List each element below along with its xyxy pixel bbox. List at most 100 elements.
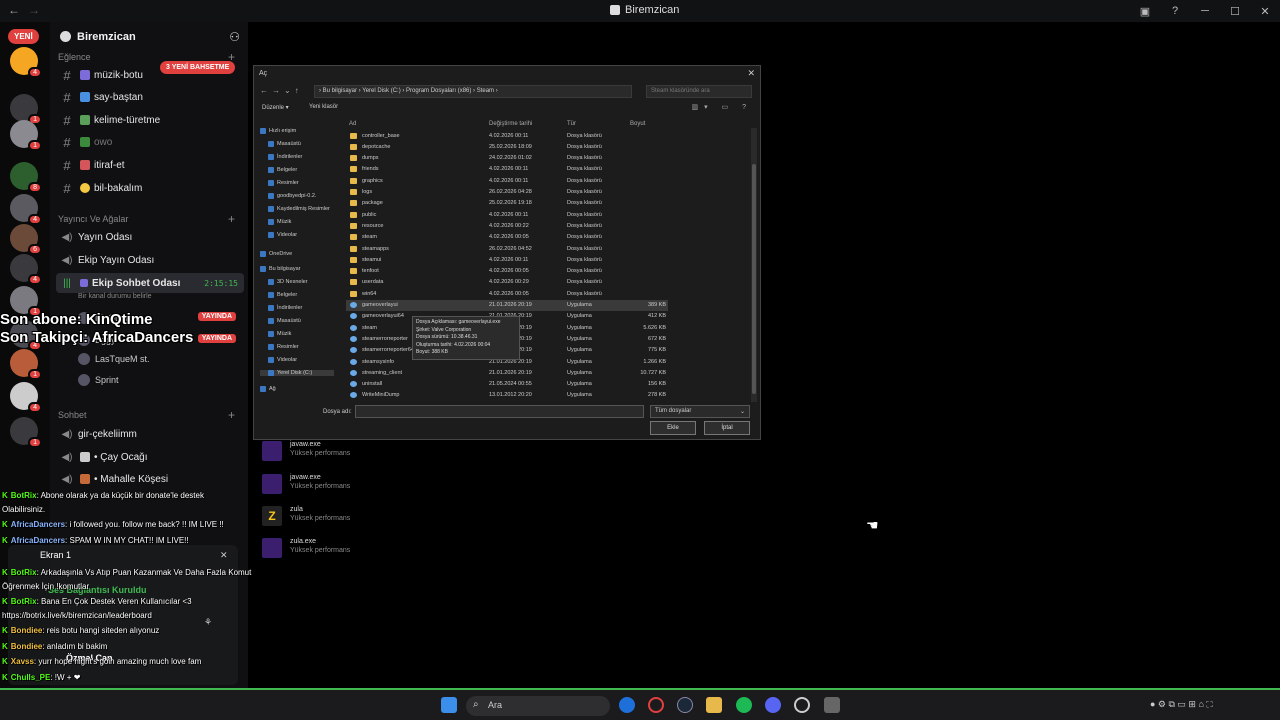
server-icon[interactable]: 4	[10, 382, 42, 413]
cancel-button[interactable]: İptal	[704, 421, 750, 435]
maximize-button[interactable]: ☐	[1220, 5, 1250, 18]
file-row[interactable]: tenfoot 4.02.2026 00:05 Dosya klasörü	[346, 266, 668, 277]
nav-tree-item[interactable]: Videolar	[260, 357, 297, 363]
category-fun[interactable]: Eğlence +	[58, 50, 235, 64]
voice-member[interactable]: Sprint	[78, 374, 119, 386]
server-icon[interactable]: 4	[10, 254, 42, 285]
file-row[interactable]: public 4.02.2026 00:11 Dosya klasörü	[346, 209, 668, 220]
opera-icon[interactable]	[648, 697, 664, 713]
category-streamers[interactable]: Yayıncı Ve Ağalar +	[58, 212, 235, 226]
channel-bil-bakalim[interactable]: # bil-bakalım	[56, 178, 244, 198]
nav-tree-item[interactable]: 3D Nesneler	[260, 279, 308, 285]
column-type[interactable]: Tür	[567, 121, 576, 127]
nav-tree-item[interactable]: Masaüstü	[260, 141, 301, 147]
nav-tree-item[interactable]: Hızlı erişim	[260, 128, 296, 134]
filename-input[interactable]	[355, 405, 644, 418]
nav-tree-item[interactable]: İndirilenler	[260, 305, 302, 311]
server-icon[interactable]: 8	[10, 162, 42, 193]
file-list-scrollbar[interactable]	[751, 128, 757, 402]
dialog-nav-buttons[interactable]: ←→⌄↑	[260, 86, 303, 95]
column-date[interactable]: Değiştirme tarihi	[489, 121, 532, 127]
view-options-icon[interactable]: ▥▾ ▭ ?	[691, 103, 752, 111]
server-icon[interactable]: 1	[10, 120, 42, 151]
new-badge[interactable]: YENİ	[8, 29, 39, 44]
voice-member[interactable]: LasTqueM st.	[78, 353, 150, 365]
steam-icon[interactable]	[677, 697, 693, 713]
help-icon[interactable]: ?	[1160, 5, 1190, 17]
process-row[interactable]: Zzula Yüksek performans	[262, 506, 350, 526]
file-row[interactable]: steam 4.02.2026 00:05 Dosya klasörü	[346, 232, 668, 243]
channel-say-bastan[interactable]: # say-baştan	[56, 87, 244, 107]
taskbar-search[interactable]: ⌕ Ara	[466, 696, 610, 716]
file-row[interactable]: steamapps 26.02.2026 04:52 Dosya klasörü	[346, 243, 668, 254]
file-row[interactable]: package 25.02.2026 19:18 Dosya klasörü	[346, 198, 668, 209]
file-row[interactable]: friends 4.02.2026 00:11 Dosya klasörü	[346, 164, 668, 175]
nav-tree-item[interactable]: Masaüstü	[260, 318, 301, 324]
file-row[interactable]: win64 4.02.2026 00:05 Dosya klasörü	[346, 288, 668, 299]
nav-tree-item[interactable]: Videolar	[260, 232, 297, 238]
file-row[interactable]: steamui 4.02.2026 00:11 Dosya klasörü	[346, 254, 668, 265]
nav-tree-item[interactable]: Resimler	[260, 180, 299, 186]
channel-itiraf-et[interactable]: # itiraf-et	[56, 155, 244, 175]
obs-icon[interactable]	[794, 697, 810, 713]
organize-button[interactable]: Düzenle ▾	[262, 104, 289, 111]
file-row[interactable]: controller_base 4.02.2026 00:11 Dosya klas…	[346, 130, 668, 141]
nav-tree-item[interactable]: Ağ	[260, 386, 276, 392]
file-row[interactable]: uninstall 21.05.2024 00:55 Uygulama 156 KB	[346, 379, 668, 390]
add-button[interactable]: Ekle	[650, 421, 696, 435]
soundboard-icon[interactable]: ⚘	[204, 617, 212, 628]
nav-tree-item[interactable]: Belgeler	[260, 292, 297, 298]
server-icon[interactable]: 4	[10, 194, 42, 225]
file-explorer-icon[interactable]	[706, 697, 722, 713]
server-icon[interactable]: 1	[10, 286, 42, 317]
voice-yayin-odasi[interactable]: ◀) Yayın Odası	[56, 227, 244, 247]
app-icon[interactable]	[619, 697, 635, 713]
new-folder-button[interactable]: Yeni klasör	[309, 104, 338, 110]
nav-tree-item[interactable]: Belgeler	[260, 167, 297, 173]
file-row[interactable]: gameoverlayui 21.01.2026 20:19 Uygulama 389…	[346, 299, 668, 311]
file-row[interactable]: resource 4.02.2026 00:22 Dosya klasörü	[346, 220, 668, 231]
voice-ekip-sohbet-odasi[interactable]: ||| Ekip Sohbet Odası 2:15:15	[56, 273, 244, 293]
channel-status[interactable]: Bir kanal durumu belirle	[78, 293, 152, 300]
screen-share-icon[interactable]: ▣	[1130, 5, 1160, 18]
close-stream-icon[interactable]: ✕	[220, 550, 228, 561]
nav-tree-item[interactable]: Yerel Disk (C:)	[260, 370, 334, 376]
file-row[interactable]: dumps 24.02.2026 01:02 Dosya klasörü	[346, 153, 668, 164]
channel-muzik-botu[interactable]: # müzik-botu	[56, 65, 244, 85]
discord-icon[interactable]	[765, 697, 781, 713]
server-icon[interactable]: 1	[10, 94, 42, 125]
voice-gir-cekeliimm[interactable]: ◀) gir-çekeliimm	[56, 424, 244, 444]
file-row[interactable]: userdata 4.02.2026 00:29 Dosya klasörü	[346, 277, 668, 288]
nav-tree-item[interactable]: Kaydedilmiş Resimler	[260, 206, 330, 212]
folder-search-input[interactable]: Steam klasöründe ara	[646, 85, 752, 98]
nav-tree-item[interactable]: Müzik	[260, 219, 291, 225]
server-icon[interactable]: 1	[10, 349, 42, 380]
guild-header[interactable]: Biremzican ⚇	[50, 22, 248, 52]
nav-tree-item[interactable]: İndirilenler	[260, 154, 302, 160]
nav-tree-item[interactable]: OneDrive	[260, 251, 292, 257]
file-row[interactable]: streaming_client 21.01.2026 20:19 Uygulama…	[346, 367, 668, 378]
column-size[interactable]: Boyut	[630, 121, 645, 127]
process-row[interactable]: javaw.exe Yüksek performans	[262, 441, 350, 461]
dialog-close-button[interactable]: ✕	[747, 68, 755, 79]
voice-cay-ocagi[interactable]: ◀) • Çay Ocağı	[56, 447, 244, 467]
nav-tree-item[interactable]: goodbyedpi-0.2.	[260, 193, 316, 199]
invite-icon[interactable]: ⚇	[229, 30, 240, 44]
server-icon[interactable]: 6	[10, 224, 42, 255]
channel-kelime-turetme[interactable]: # kelime-türetme	[56, 110, 244, 130]
minimize-button[interactable]: ─	[1190, 5, 1220, 17]
app-icon[interactable]	[824, 697, 840, 713]
windows-start-icon[interactable]	[441, 697, 457, 713]
spotify-icon[interactable]	[736, 697, 752, 713]
process-row[interactable]: zula.exe Yüksek performans	[262, 538, 350, 558]
column-name[interactable]: Ad	[349, 121, 356, 127]
server-icon[interactable]: 4	[10, 47, 42, 78]
process-row[interactable]: javaw.exe Yüksek performans	[262, 474, 350, 494]
tray-icons[interactable]: ● ⚙ ⧉ ▭ ⊞ ⌂ ⛶	[1150, 699, 1213, 710]
close-button[interactable]: ✕	[1250, 5, 1280, 18]
file-row[interactable]: logs 26.02.2026 04:28 Dosya klasörü	[346, 187, 668, 198]
address-bar[interactable]: › Bu bilgisayar › Yerel Disk (C:) › Prog…	[314, 85, 632, 98]
file-row[interactable]: WriteMiniDump 13.01.2012 20:20 Uygulama 278…	[346, 390, 668, 401]
nav-tree-item[interactable]: Resimler	[260, 344, 299, 350]
back-arrow-icon[interactable]: ←	[8, 3, 20, 17]
